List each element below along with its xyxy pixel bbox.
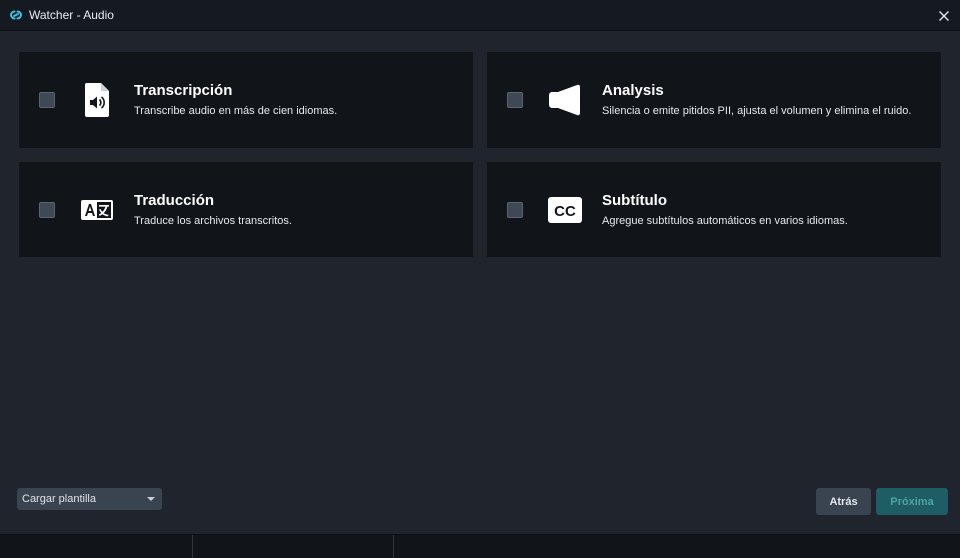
option-description: Transcribe audio en más de cien idiomas. bbox=[134, 105, 338, 117]
option-title: Analysis bbox=[602, 82, 664, 99]
option-title: Subtítulo bbox=[602, 191, 667, 209]
option-card-translation[interactable]: Traducción Traduce los archivos transcri… bbox=[19, 162, 473, 257]
title-bar: Watcher - Audio bbox=[0, 0, 960, 31]
svg-text:CC: CC bbox=[554, 203, 576, 220]
close-button[interactable] bbox=[934, 6, 954, 26]
option-card-analysis[interactable]: Analysis Silencia o emite pitidos PII, a… bbox=[487, 52, 941, 148]
transcription-checkbox[interactable] bbox=[39, 92, 55, 108]
status-divider bbox=[393, 535, 394, 558]
option-card-subtitle[interactable]: CC Subtítulo Agregue subtítulos automáti… bbox=[487, 162, 941, 257]
analysis-checkbox[interactable] bbox=[507, 92, 523, 108]
closed-caption-icon: CC bbox=[545, 190, 585, 230]
audio-file-icon bbox=[77, 80, 117, 120]
back-button[interactable]: Atrás bbox=[816, 488, 871, 515]
option-description: Agregue subtítulos automáticos en varios… bbox=[602, 214, 848, 227]
next-button[interactable]: Próxima bbox=[876, 488, 948, 515]
status-bar bbox=[0, 534, 960, 558]
load-template-label: Cargar plantilla bbox=[22, 493, 96, 505]
option-card-transcription[interactable]: Transcripción Transcribe audio en más de… bbox=[19, 52, 473, 148]
status-divider bbox=[192, 535, 193, 558]
translate-icon bbox=[77, 190, 117, 230]
option-description: Silencia o emite pitidos PII, ajusta el … bbox=[602, 105, 912, 117]
close-icon bbox=[939, 11, 949, 21]
app-window: Watcher - Audio Transcripción Transcribe… bbox=[0, 0, 960, 558]
option-title: Traducción bbox=[134, 191, 215, 209]
megaphone-icon bbox=[545, 80, 585, 120]
translation-checkbox[interactable] bbox=[39, 201, 55, 218]
chevron-down-icon bbox=[147, 497, 155, 501]
option-description: Traduce los archivos transcritos. bbox=[134, 214, 292, 227]
window-title: Watcher - Audio bbox=[29, 8, 114, 22]
watcher-logo-icon bbox=[8, 7, 24, 23]
load-template-select[interactable]: Cargar plantilla bbox=[17, 488, 162, 510]
option-title: Transcripción bbox=[134, 82, 233, 99]
subtitle-checkbox[interactable] bbox=[507, 201, 523, 218]
